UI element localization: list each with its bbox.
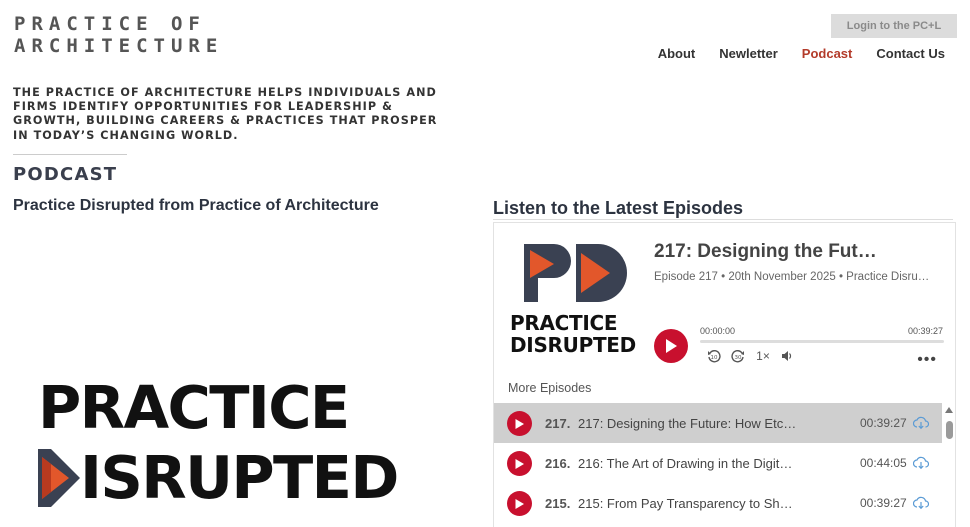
nav-newsletter[interactable]: Newletter	[719, 46, 778, 61]
episode-number: 217.	[545, 416, 571, 431]
volume-icon	[782, 351, 792, 361]
episode-list: 217. 217: Designing the Future: How Etc……	[494, 403, 942, 523]
rewind-icon: 10	[708, 350, 721, 363]
episode-duration: 00:39:27	[860, 496, 907, 510]
episode-number: 216.	[545, 456, 571, 471]
show-title: Practice Disrupted from Practice of Arch…	[13, 197, 379, 214]
divider	[13, 154, 127, 155]
episode-list-scrollbar[interactable]	[943, 405, 955, 527]
login-button[interactable]: Login to the PC+L	[831, 14, 957, 38]
svg-text:30: 30	[735, 355, 742, 361]
episode-play-button[interactable]	[507, 491, 532, 516]
podcast-cover-art: PRACTICE ISRUPTED	[38, 377, 458, 517]
episode-title: 216: The Art of Drawing in the Digit…	[578, 456, 793, 471]
time-current: 00:00:00	[700, 326, 736, 336]
logo-line-2: ARCHITECTURE	[14, 35, 224, 57]
scroll-up-arrow-icon[interactable]	[945, 407, 953, 413]
heading-underline	[493, 219, 953, 220]
play-icon	[515, 458, 524, 469]
current-episode-meta: Episode 217 • 20th November 2025 • Pract…	[654, 271, 930, 283]
episode-title: 217: Designing the Future: How Etc…	[578, 416, 797, 431]
page-title: PODCAST	[13, 164, 118, 185]
play-button[interactable]	[654, 329, 688, 363]
speed-button[interactable]: 1×	[754, 349, 772, 363]
nav-about[interactable]: About	[658, 46, 696, 61]
tagline: The Practice of Architecture helps indiv…	[13, 86, 438, 142]
episode-play-button[interactable]	[507, 451, 532, 476]
episode-play-button[interactable]	[507, 411, 532, 436]
site-logo[interactable]: PRACTICE OF ARCHITECTURE	[14, 13, 223, 57]
nav-podcast[interactable]: Podcast	[802, 46, 853, 61]
nav-contact[interactable]: Contact Us	[876, 46, 945, 61]
play-icon	[666, 339, 677, 353]
rewind-button[interactable]: 10	[706, 349, 722, 363]
player-artwork: PRACTICE DISRUPTED	[508, 241, 643, 361]
time-total: 00:39:27	[907, 326, 943, 336]
play-icon	[515, 418, 524, 429]
progress-bar[interactable]	[700, 340, 944, 343]
pd-logo-icon	[524, 244, 627, 302]
episode-duration: 00:39:27	[860, 416, 907, 430]
scrollbar-thumb[interactable]	[946, 421, 953, 439]
episode-number: 215.	[545, 496, 571, 511]
download-icon[interactable]	[913, 416, 929, 430]
artwork-line-2: DISRUPTED	[510, 333, 636, 357]
play-d-mark-icon	[38, 449, 80, 507]
svg-text:10: 10	[711, 355, 718, 361]
episode-title: 215: From Pay Transparency to Sh…	[578, 496, 793, 511]
artwork-text: PRACTICE DISRUPTED	[510, 312, 636, 356]
logo-line-1: PRACTICE OF	[14, 13, 206, 35]
episode-row[interactable]: 216. 216: The Art of Drawing in the Digi…	[494, 443, 942, 483]
forward-icon: 30	[731, 350, 744, 363]
download-icon[interactable]	[913, 496, 929, 510]
forward-button[interactable]: 30	[730, 349, 746, 363]
latest-episodes-heading: Listen to the Latest Episodes	[493, 198, 744, 218]
volume-button[interactable]	[780, 349, 794, 363]
episode-row[interactable]: 215. 215: From Pay Transparency to Sh… 0…	[494, 483, 942, 523]
play-icon	[515, 498, 524, 509]
cover-line-1: PRACTICE	[38, 373, 350, 442]
more-options-button[interactable]: •••	[917, 351, 937, 369]
more-episodes-label: More Episodes	[508, 381, 592, 395]
current-episode-title: 217: Designing the Fut…	[654, 241, 877, 262]
download-icon[interactable]	[913, 456, 929, 470]
cover-line-2: ISRUPTED	[80, 443, 399, 512]
artwork-line-1: PRACTICE	[510, 311, 618, 335]
main-nav: About Newletter Podcast Contact Us	[658, 46, 945, 61]
podcast-player: PRACTICE DISRUPTED 217: Designing the Fu…	[493, 222, 956, 527]
episode-duration: 00:44:05	[860, 456, 907, 470]
episode-row[interactable]: 217. 217: Designing the Future: How Etc……	[494, 403, 942, 443]
